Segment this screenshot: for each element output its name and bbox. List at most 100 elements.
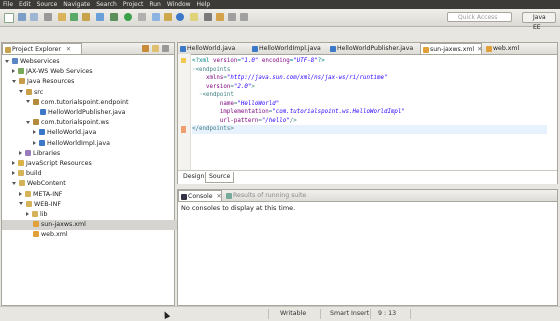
- tab-results-of-running-suite[interactable]: Results of running suite: [224, 190, 314, 201]
- menu-navigate[interactable]: Navigate: [60, 1, 93, 8]
- collapse-all-icon[interactable]: [142, 45, 149, 52]
- collapse-arrow-icon[interactable]: [33, 130, 36, 135]
- menu-project[interactable]: Project: [120, 1, 147, 8]
- collapse-arrow-icon[interactable]: [33, 140, 36, 145]
- menu-window[interactable]: Window: [164, 1, 194, 8]
- tab-console[interactable]: Console ✕: [178, 190, 222, 201]
- new-icon[interactable]: [4, 13, 14, 23]
- editor-tab[interactable]: HelloWorld.java: [178, 43, 248, 54]
- collapse-arrow-icon[interactable]: [12, 69, 15, 74]
- tree-item[interactable]: src: [19, 88, 43, 98]
- run-icon[interactable]: [124, 13, 132, 21]
- code-token: version: [192, 83, 231, 90]
- status-writable: Writable: [280, 310, 307, 317]
- new-class-icon[interactable]: [176, 13, 184, 21]
- tree-item-label: META-INF: [33, 190, 63, 198]
- search-icon[interactable]: [204, 13, 212, 21]
- new-package-icon[interactable]: [164, 13, 172, 21]
- tree-item[interactable]: Libraries: [19, 149, 60, 159]
- tab-project-explorer[interactable]: Project Explorer ✕: [2, 43, 82, 54]
- tree-item[interactable]: META-INF: [19, 190, 62, 200]
- print-icon[interactable]: [44, 13, 52, 21]
- editor-tab[interactable]: sun-jaxws.xml ✕: [420, 43, 482, 54]
- new-java-project-icon[interactable]: [152, 13, 160, 21]
- web-icon[interactable]: [96, 13, 104, 21]
- code-token: ◦<endpoints: [192, 66, 231, 73]
- expand-arrow-icon[interactable]: [19, 202, 23, 206]
- tree-item-label: JavaScript Resources: [26, 160, 92, 167]
- tab-source[interactable]: Source: [205, 172, 235, 183]
- server-icon[interactable]: [70, 13, 78, 21]
- tree-item[interactable]: HelloWorldImpl.java: [33, 139, 110, 149]
- back-icon[interactable]: [228, 13, 236, 21]
- java-file-icon: [39, 139, 45, 146]
- tree-item[interactable]: Java Resources: [12, 77, 74, 87]
- java-file-icon: [40, 109, 46, 115]
- expand-arrow-icon[interactable]: [19, 90, 23, 94]
- status-divider: [410, 309, 411, 319]
- code-token: xmlns: [192, 75, 224, 81]
- tree-item[interactable]: WebContent: [12, 179, 66, 189]
- external-tools-icon[interactable]: [138, 13, 146, 21]
- expand-arrow-icon[interactable]: [12, 79, 16, 83]
- close-icon[interactable]: ✕: [477, 46, 482, 53]
- debug-icon[interactable]: [110, 13, 118, 21]
- tree-item[interactable]: Webservices: [5, 57, 60, 67]
- forward-icon[interactable]: [240, 13, 248, 21]
- perspective-java-ee-button[interactable]: Java EE: [522, 12, 556, 31]
- tree-item[interactable]: com.tutorialspoint.ws: [26, 118, 109, 128]
- close-icon[interactable]: ✕: [217, 193, 222, 200]
- collapse-arrow-icon[interactable]: [26, 212, 29, 216]
- tree-item[interactable]: lib: [26, 210, 48, 220]
- code-token: "/hello": [261, 117, 290, 124]
- tree-item[interactable]: HelloWorld.java: [33, 128, 96, 138]
- console-message: No consoles to display at this time.: [181, 204, 296, 212]
- folder-icon: [25, 190, 31, 197]
- xml-file-icon: [423, 46, 429, 53]
- collapse-arrow-icon[interactable]: [19, 191, 22, 196]
- tree-item[interactable]: WEB-INF: [19, 200, 61, 210]
- menu-file[interactable]: File: [0, 1, 16, 8]
- status-cursor-position: 9 : 13: [378, 310, 397, 317]
- expand-arrow-icon[interactable]: [26, 100, 30, 104]
- annotation-icon[interactable]: [216, 13, 224, 21]
- tree-item[interactable]: sun-jaxws.xml: [2, 220, 198, 231]
- tree-item[interactable]: build: [12, 169, 41, 179]
- editor-tab[interactable]: HelloWorldPublisher.java: [328, 43, 418, 54]
- view-menu-icon[interactable]: [162, 45, 169, 52]
- tree-item[interactable]: JavaScript Resources: [12, 159, 92, 169]
- code-area[interactable]: <?xml version="1.0" encoding="UTF-8"?> ◦<…: [178, 57, 548, 169]
- code-token: "UTF-8": [293, 58, 318, 64]
- expand-arrow-icon[interactable]: [5, 59, 9, 63]
- expand-arrow-icon[interactable]: [26, 120, 30, 124]
- link-editor-icon[interactable]: [152, 45, 159, 52]
- tree-item[interactable]: HelloWorldPublisher.java: [33, 108, 126, 118]
- save-icon[interactable]: [18, 13, 26, 21]
- tree-item[interactable]: JAX-WS Web Services: [12, 67, 93, 77]
- collapse-arrow-icon[interactable]: [12, 171, 15, 176]
- gear-icon[interactable]: [82, 13, 90, 21]
- tree-item[interactable]: web.xml: [26, 230, 68, 240]
- properties-icon[interactable]: [58, 13, 66, 21]
- tab-design[interactable]: Design: [180, 172, 207, 182]
- menu-search[interactable]: Search: [93, 1, 120, 8]
- collapse-arrow-icon[interactable]: [19, 150, 22, 155]
- code-token: "2.0": [233, 83, 252, 90]
- editor-tab-label: sun-jaxws.xml: [430, 46, 475, 53]
- expand-arrow-icon[interactable]: [12, 181, 16, 185]
- open-type-icon[interactable]: [190, 13, 198, 21]
- editor-tab-label: web.xml: [493, 45, 520, 52]
- menu-edit[interactable]: Edit: [16, 1, 34, 8]
- save-all-icon[interactable]: [30, 13, 38, 21]
- status-insert-mode: Smart Insert: [330, 310, 370, 317]
- close-icon[interactable]: ✕: [66, 46, 71, 53]
- menu-run[interactable]: Run: [146, 1, 164, 8]
- menu-help[interactable]: Help: [194, 1, 214, 8]
- tree-item[interactable]: com.tutorialspoint.endpoint: [26, 98, 128, 108]
- collapse-arrow-icon[interactable]: [12, 161, 15, 165]
- editor-tab[interactable]: HelloWorldImpl.java: [250, 43, 326, 54]
- menu-source[interactable]: Source: [34, 1, 61, 8]
- editor-tab[interactable]: web.xml: [484, 43, 528, 54]
- folder-icon: [19, 180, 25, 187]
- quick-access-input[interactable]: Quick Access: [447, 12, 512, 22]
